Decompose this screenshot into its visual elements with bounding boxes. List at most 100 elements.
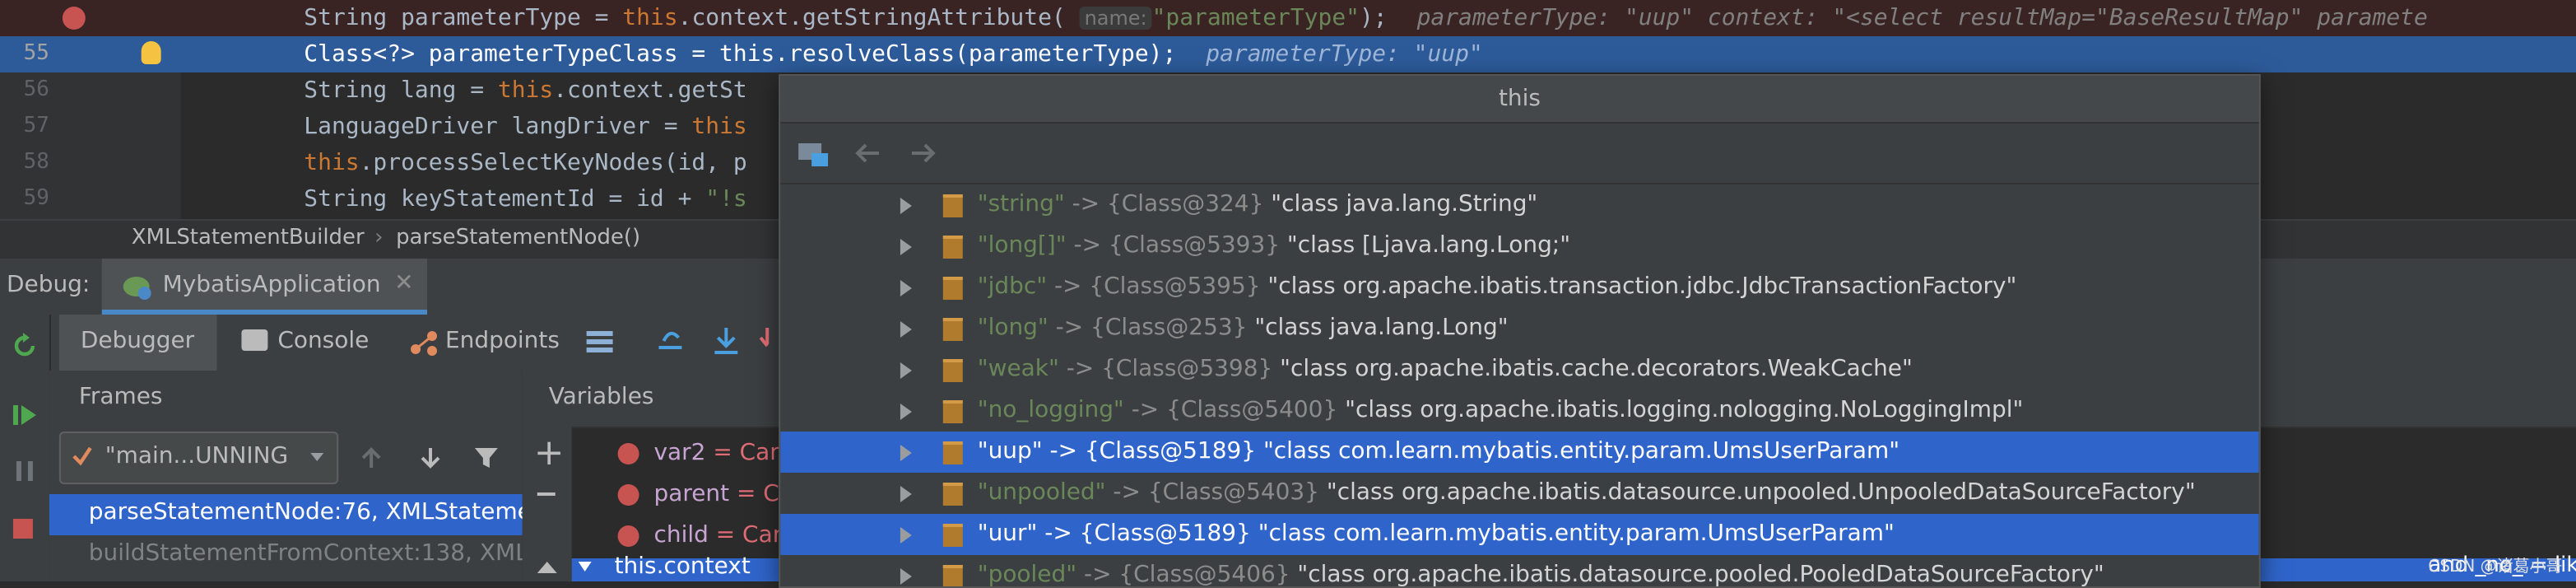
step-over-icon[interactable]	[709, 324, 742, 357]
inline-debug-value: parameterType: "uup" context: "<select r…	[1416, 5, 2428, 31]
tree-row[interactable]: "weak" -> {Class@5398} "class org.apache…	[780, 349, 2259, 390]
field-icon	[942, 277, 963, 300]
breadcrumb-separator: ›	[374, 226, 384, 250]
expand-arrow-icon[interactable]	[900, 239, 912, 255]
expand-arrow-icon[interactable]	[900, 198, 912, 214]
inline-debug-value: parameterType: "uup"	[1206, 41, 1483, 68]
expand-arrow-icon[interactable]	[900, 568, 912, 585]
tab-endpoints[interactable]: Endpoints	[445, 328, 560, 354]
expand-arrow-icon[interactable]	[900, 445, 912, 461]
expand-arrow-icon[interactable]	[900, 486, 912, 502]
tab-debugger[interactable]: Debugger	[58, 315, 217, 371]
line-number: 59	[23, 186, 49, 211]
popup-toolbar	[780, 124, 2259, 184]
rerun-icon[interactable]	[10, 331, 40, 361]
field-icon	[942, 359, 963, 382]
code-line-current[interactable]: 55 Class<?> parameterTypeClass = this.re…	[0, 36, 2576, 72]
error-icon	[617, 443, 639, 464]
navigate-to-node-icon[interactable]	[797, 138, 833, 168]
tab-label: MybatisApplication	[162, 272, 381, 298]
code-text: Class<?> parameterTypeClass = this.resol…	[304, 41, 1483, 68]
frames-heading: Frames	[78, 384, 163, 410]
field-icon	[942, 400, 963, 423]
resume-icon[interactable]	[10, 400, 40, 430]
tree-row[interactable]: "no_logging" -> {Class@5400} "class org.…	[780, 390, 2259, 432]
expand-arrow-icon[interactable]	[900, 321, 912, 338]
tree-row[interactable]: "string" -> {Class@324} "class java.lang…	[780, 184, 2259, 226]
code-text: LanguageDriver langDriver = this	[304, 114, 747, 140]
filter-icon[interactable]	[473, 445, 500, 471]
plus-icon[interactable]: +	[534, 433, 565, 474]
breadcrumb-item-method[interactable]: parseStatementNode()	[396, 226, 640, 250]
variable-name: this.context	[614, 553, 751, 580]
variables-heading: Variables	[548, 384, 654, 410]
line-number: 57	[23, 114, 49, 138]
frame-label: parseStatementNode:76, XMLStatemen	[88, 499, 546, 525]
code-line[interactable]: String parameterType = this.context.getS…	[0, 0, 2576, 36]
line-number: 56	[23, 77, 49, 102]
tree-row-selected[interactable]: "uur" -> {Class@5189} "class com.learn.m…	[780, 514, 2259, 555]
console-icon	[241, 329, 268, 351]
error-icon	[617, 484, 639, 506]
field-icon	[942, 483, 963, 506]
up-arrow-icon[interactable]	[358, 445, 384, 471]
frames-panel: Frames "main...UNNING parseStatementNode…	[49, 371, 548, 581]
forward-arrow-icon[interactable]	[909, 140, 938, 166]
popup-title[interactable]: this	[780, 76, 2259, 124]
tree-row-selected[interactable]: "uup" -> {Class@5189} "class com.learn.m…	[780, 432, 2259, 473]
expand-arrow-icon[interactable]	[900, 404, 912, 420]
field-icon	[942, 318, 963, 341]
frame-row-selected[interactable]: parseStatementNode:76, XMLStatemen	[49, 494, 546, 535]
error-icon	[617, 525, 639, 547]
line-number: 55	[23, 41, 49, 66]
evaluate-popup[interactable]: this "string" -> {Class@324} "class java…	[779, 74, 2261, 588]
tree-row[interactable]: "pooled" -> {Class@5406} "class org.apac…	[780, 555, 2259, 586]
chevron-down-icon	[310, 453, 324, 461]
thread-selector[interactable]: "main...UNNING	[58, 432, 339, 484]
stop-icon[interactable]	[12, 519, 33, 539]
frame-row[interactable]: buildStatementFromContext:138, XMLM	[49, 535, 548, 576]
minus-icon[interactable]	[537, 492, 556, 496]
back-arrow-icon[interactable]	[853, 140, 882, 166]
watermark: CSDN @诸葛小哥	[2428, 558, 2563, 576]
spring-run-icon	[123, 277, 151, 300]
move-up-icon[interactable]	[537, 562, 557, 573]
tab-console[interactable]: Console	[277, 328, 369, 354]
pause-icon[interactable]	[13, 458, 36, 484]
variables-actions: +	[522, 427, 572, 581]
expand-arrow-icon[interactable]	[900, 362, 912, 379]
debug-label: Debug:	[6, 272, 91, 298]
lightbulb-icon[interactable]	[141, 41, 161, 64]
popup-tree: "string" -> {Class@324} "class java.lang…	[780, 184, 2259, 586]
tree-row[interactable]: "long[]" -> {Class@5393} "class [Ljava.l…	[780, 226, 2259, 267]
debug-side-actions	[0, 315, 51, 581]
expand-arrow-icon[interactable]	[900, 527, 912, 544]
tab-mybatis-application[interactable]: MybatisApplication ✕	[101, 259, 428, 315]
thread-selector-value: "main...UNNING	[105, 443, 289, 469]
parameter-hint: name:	[1079, 7, 1152, 30]
field-icon	[942, 194, 963, 217]
tree-row[interactable]: "unpooled" -> {Class@5403} "class org.ap…	[780, 473, 2259, 514]
code-text: String lang = this.context.getSt	[304, 77, 747, 104]
field-icon	[942, 441, 963, 464]
expand-arrow-icon[interactable]	[578, 562, 592, 572]
breadcrumb-item-class[interactable]: XMLStatementBuilder	[132, 226, 365, 250]
tree-row[interactable]: "long" -> {Class@253} "class java.lang.L…	[780, 308, 2259, 349]
show-execution-point-icon[interactable]	[653, 324, 686, 357]
tree-row[interactable]: "jdbc" -> {Class@5395} "class org.apache…	[780, 267, 2259, 308]
close-icon[interactable]: ✕	[394, 270, 413, 296]
frame-label: buildStatementFromContext:138, XMLM	[88, 540, 548, 567]
breakpoint-icon[interactable]	[62, 7, 86, 30]
field-icon	[942, 524, 963, 547]
checkmark-icon	[72, 446, 92, 466]
expand-arrow-icon[interactable]	[900, 280, 912, 296]
down-arrow-icon[interactable]	[417, 445, 444, 471]
endpoints-icon	[411, 331, 437, 356]
code-text: this.processSelectKeyNodes(id, p	[304, 150, 747, 176]
field-icon	[942, 565, 963, 586]
code-text: String keyStatementId = id + "!s	[304, 186, 747, 212]
step-into-icon[interactable]	[756, 324, 779, 357]
field-icon	[942, 236, 963, 259]
layout-menu-icon[interactable]	[586, 331, 613, 336]
line-number: 58	[23, 150, 49, 175]
